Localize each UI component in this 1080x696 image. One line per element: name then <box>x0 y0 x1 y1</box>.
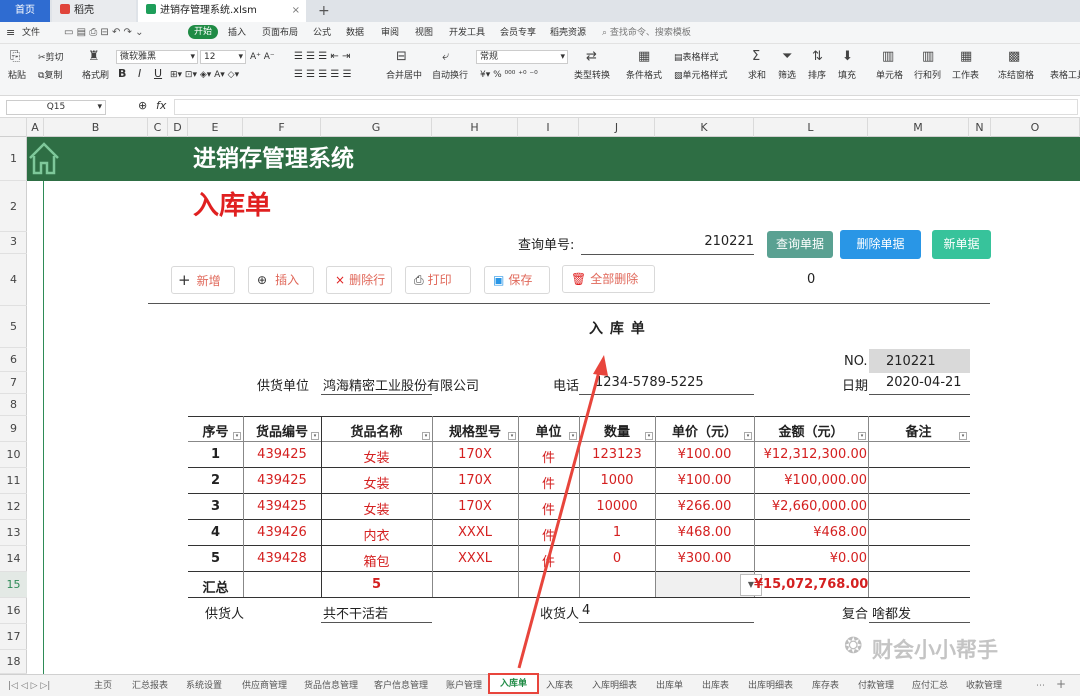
sheet-tab[interactable]: 主页 <box>94 679 112 693</box>
sheet-tab[interactable]: 库存表 <box>812 679 839 693</box>
sheet-tab[interactable]: 入库明细表 <box>592 679 637 693</box>
sheet-tab[interactable]: 货品信息管理 <box>304 679 358 693</box>
sheet-tab[interactable]: 应付汇总 <box>912 679 948 693</box>
sheet-tab[interactable]: 账户管理 <box>446 679 482 693</box>
annotation-arrow <box>517 355 608 669</box>
sheet-tab[interactable]: 系统设置 <box>186 679 222 693</box>
add-sheet-icon[interactable]: + <box>1056 677 1066 691</box>
sheet-tab-bar: |◁ ◁ ▷ ▷| 主页 汇总报表 系统设置 供应商管理 货品信息管理 客户信息… <box>0 673 1080 696</box>
sheet-tab[interactable]: 付款管理 <box>858 679 894 693</box>
sheet-nav-arrows[interactable]: |◁ ◁ ▷ ▷| <box>8 679 50 693</box>
sheet-tab[interactable]: 汇总报表 <box>132 679 168 693</box>
sheet-tab[interactable]: 收款管理 <box>966 679 1002 693</box>
sheet-tab[interactable]: 入库表 <box>546 679 573 693</box>
sheet-tab[interactable]: 出库单 <box>656 679 683 693</box>
more-tabs-icon[interactable]: ⋯ <box>1036 679 1045 693</box>
sheet-tab-active[interactable]: 入库单 <box>488 673 540 694</box>
sheet-tab[interactable]: 客户信息管理 <box>374 679 428 693</box>
sheet-tab[interactable]: 出库表 <box>702 679 729 693</box>
sheet-tab[interactable]: 出库明细表 <box>748 679 793 693</box>
sheet-tab[interactable]: 供应商管理 <box>242 679 287 693</box>
